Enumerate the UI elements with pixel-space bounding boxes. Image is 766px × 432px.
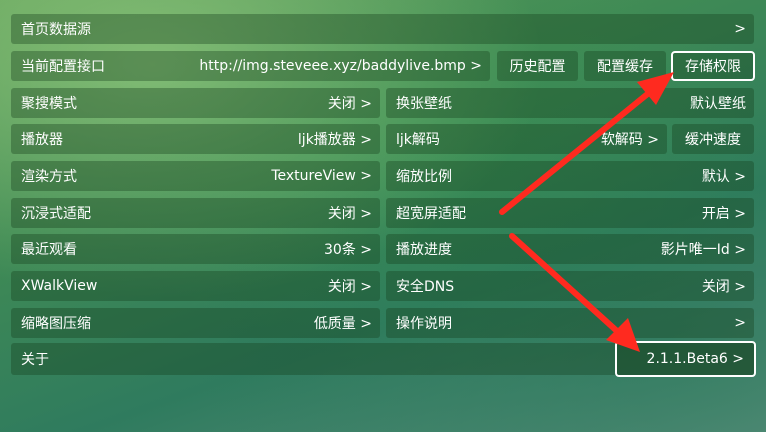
recent-watch-value: 30条 > bbox=[324, 242, 372, 258]
home-datasource-label: 首页数据源 bbox=[21, 22, 91, 38]
thumbnail-compress-value: 低质量 > bbox=[313, 316, 372, 332]
play-progress-value: 影片唯一Id > bbox=[660, 242, 746, 258]
operation-guide-label: 操作说明 bbox=[396, 316, 452, 332]
player-item[interactable]: 播放器 ljk播放器 > bbox=[11, 124, 380, 154]
row-render-scale: 渲染方式 TextureView > 缩放比例 默认 > bbox=[11, 161, 754, 191]
wallpaper-value: 默认壁纸 bbox=[690, 96, 746, 112]
xwalkview-label: XWalkView bbox=[21, 278, 98, 294]
secure-dns-value: 关闭 > bbox=[701, 279, 746, 295]
row-about: 关于 2.1.1.Beta6 > bbox=[11, 341, 756, 377]
home-datasource-value: > bbox=[734, 21, 746, 37]
config-interface-value: http://img.steveee.xyz/baddylive.bmp > bbox=[199, 58, 482, 74]
play-progress-label: 播放进度 bbox=[396, 242, 452, 258]
row-recent-progress: 最近观看 30条 > 播放进度 影片唯一Id > bbox=[11, 234, 754, 264]
about-label: 关于 bbox=[21, 352, 49, 368]
ijk-decode-value: 软解码 > bbox=[600, 132, 659, 148]
secure-dns-item[interactable]: 安全DNS 关闭 > bbox=[386, 271, 754, 301]
storage-permission-button[interactable]: 存储权限 bbox=[671, 51, 755, 81]
version-value[interactable]: 2.1.1.Beta6 > bbox=[615, 341, 756, 377]
row-search-wallpaper: 聚搜模式 关闭 > 换张壁纸 默认壁纸 bbox=[11, 88, 754, 118]
row-player-decode: 播放器 ljk播放器 > ljk解码 软解码 > 缓冲速度 bbox=[11, 124, 754, 154]
operation-guide-value: > bbox=[734, 315, 746, 331]
row-config-interface: 当前配置接口 http://img.steveee.xyz/baddylive.… bbox=[11, 51, 755, 81]
config-cache-button[interactable]: 配置缓存 bbox=[584, 51, 666, 81]
buffer-speed-button[interactable]: 缓冲速度 bbox=[672, 124, 754, 154]
widescreen-item[interactable]: 超宽屏适配 开启 > bbox=[386, 198, 754, 228]
recent-watch-label: 最近观看 bbox=[21, 242, 77, 258]
scale-ratio-label: 缩放比例 bbox=[396, 169, 452, 185]
home-datasource-item[interactable]: 首页数据源 > bbox=[11, 14, 754, 44]
search-mode-label: 聚搜模式 bbox=[21, 96, 77, 112]
row-thumbnail-help: 缩略图压缩 低质量 > 操作说明 > bbox=[11, 308, 754, 338]
immersive-value: 关闭 > bbox=[327, 206, 372, 222]
render-mode-value: TextureView > bbox=[271, 168, 372, 184]
xwalkview-value: 关闭 > bbox=[327, 279, 372, 295]
immersive-label: 沉浸式适配 bbox=[21, 206, 91, 222]
xwalkview-item[interactable]: XWalkView 关闭 > bbox=[11, 271, 380, 301]
player-value: ljk播放器 > bbox=[297, 132, 372, 148]
ijk-decode-item[interactable]: ljk解码 软解码 > bbox=[386, 124, 667, 154]
recent-watch-item[interactable]: 最近观看 30条 > bbox=[11, 234, 380, 264]
widescreen-value: 开启 > bbox=[701, 206, 746, 222]
render-mode-item[interactable]: 渲染方式 TextureView > bbox=[11, 161, 380, 191]
player-label: 播放器 bbox=[21, 132, 63, 148]
render-mode-label: 渲染方式 bbox=[21, 169, 77, 185]
row-immersive-widescreen: 沉浸式适配 关闭 > 超宽屏适配 开启 > bbox=[11, 198, 754, 228]
scale-ratio-item[interactable]: 缩放比例 默认 > bbox=[386, 161, 754, 191]
secure-dns-label: 安全DNS bbox=[396, 279, 455, 295]
config-interface-item[interactable]: 当前配置接口 http://img.steveee.xyz/baddylive.… bbox=[11, 51, 490, 81]
scale-ratio-value: 默认 > bbox=[701, 169, 746, 185]
row-home-datasource: 首页数据源 > bbox=[11, 14, 754, 44]
play-progress-item[interactable]: 播放进度 影片唯一Id > bbox=[386, 234, 754, 264]
operation-guide-item[interactable]: 操作说明 > bbox=[386, 308, 754, 338]
config-interface-label: 当前配置接口 bbox=[21, 59, 105, 75]
widescreen-label: 超宽屏适配 bbox=[396, 206, 466, 222]
row-xwalk-dns: XWalkView 关闭 > 安全DNS 关闭 > bbox=[11, 271, 754, 301]
wallpaper-label: 换张壁纸 bbox=[396, 96, 452, 112]
search-mode-item[interactable]: 聚搜模式 关闭 > bbox=[11, 88, 380, 118]
search-mode-value: 关闭 > bbox=[327, 96, 372, 112]
immersive-item[interactable]: 沉浸式适配 关闭 > bbox=[11, 198, 380, 228]
ijk-decode-label: ljk解码 bbox=[396, 132, 440, 148]
thumbnail-compress-label: 缩略图压缩 bbox=[21, 316, 91, 332]
wallpaper-item[interactable]: 换张壁纸 默认壁纸 bbox=[386, 88, 754, 118]
thumbnail-compress-item[interactable]: 缩略图压缩 低质量 > bbox=[11, 308, 380, 338]
history-config-button[interactable]: 历史配置 bbox=[497, 51, 578, 81]
